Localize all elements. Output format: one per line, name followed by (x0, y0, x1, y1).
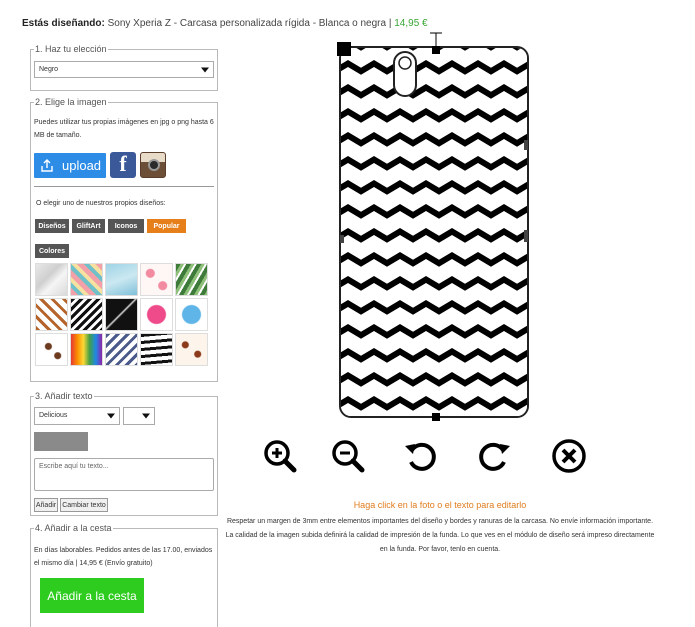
product-price: 14,95 € (394, 18, 428, 29)
design-thumb-leaves[interactable] (175, 263, 208, 296)
designing-label: Estás diseñando: (22, 18, 105, 29)
upload-button[interactable]: upload (34, 153, 106, 178)
facebook-icon[interactable]: f (110, 151, 136, 178)
category-gliftart[interactable]: GliftArt (72, 219, 105, 233)
product-name: Sony Xperia Z - Carcasa personalizada rí… (107, 18, 392, 29)
step-choice-legend: 1. Haz tu elección (35, 44, 107, 54)
design-thumb-pineapple[interactable] (70, 263, 103, 296)
category-colores[interactable]: Colores (35, 244, 69, 258)
upload-instructions: Puedes utilizar tus propias imágenes en … (34, 119, 214, 139)
design-thumb-beans[interactable] (175, 333, 208, 366)
color-select-value: Negro (39, 66, 59, 73)
phone-preview[interactable] (335, 30, 535, 422)
design-thumb-black-marble[interactable] (105, 298, 138, 331)
divider (34, 186, 214, 187)
text-input-placeholder: Escribe aquí tu texto... (39, 463, 109, 470)
design-thumb-feathers[interactable] (35, 298, 68, 331)
design-notes: Respetar un margen de 3mm entre elemento… (225, 518, 655, 553)
text-color-picker[interactable] (34, 432, 88, 451)
zoom-out-icon[interactable] (330, 438, 366, 474)
step-cart-legend: 4. Añadir a la cesta (35, 523, 112, 533)
step-image-legend: 2. Elige la imagen (35, 97, 107, 107)
size-select[interactable] (123, 407, 155, 425)
text-input[interactable]: Escribe aquí tu texto... (34, 458, 214, 491)
design-thumb-flamingo[interactable] (140, 263, 173, 296)
design-thumb-watercolor[interactable] (105, 263, 138, 296)
designer-page: Estás diseñando: Sony Xperia Z - Carcasa… (0, 0, 695, 627)
font-select-value: Delicious (39, 412, 68, 419)
design-thumb-crayons[interactable] (70, 333, 103, 366)
product-title: Estás diseñando: Sony Xperia Z - Carcasa… (22, 18, 428, 29)
design-thumb-pattern[interactable] (105, 333, 138, 366)
design-thumb-chevron[interactable] (70, 298, 103, 331)
category-iconos[interactable]: Iconos (108, 219, 144, 233)
change-text-button[interactable]: Cambiar texto (60, 498, 108, 512)
own-designs-text: O elegir uno de nuestros propios diseños… (36, 200, 166, 207)
rotate-left-icon[interactable] (403, 438, 439, 474)
chevron-down-icon (107, 413, 115, 419)
zoom-in-icon[interactable] (262, 438, 298, 474)
design-thumb-heart-pink[interactable] (140, 298, 173, 331)
upload-label: upload (62, 158, 102, 173)
upload-icon (40, 158, 54, 173)
add-text-button[interactable]: Añadir (34, 498, 58, 512)
delete-icon[interactable] (551, 438, 587, 474)
design-thumb-coffee[interactable] (35, 333, 68, 366)
design-thumb-marble[interactable] (35, 263, 68, 296)
design-thumb-brush-stripes[interactable] (140, 333, 173, 366)
design-thumb-heart-blue[interactable] (175, 298, 208, 331)
color-select[interactable]: Negro (34, 61, 214, 78)
rotate-right-icon[interactable] (476, 438, 512, 474)
category-disenos[interactable]: Diseños (35, 219, 69, 233)
add-to-cart-button[interactable]: Añadir a la cesta (40, 578, 144, 613)
font-select[interactable]: Delicious (34, 407, 120, 425)
instagram-icon[interactable] (140, 152, 166, 178)
step-text-legend: 3. Añadir texto (35, 391, 93, 401)
chevron-down-icon (201, 67, 209, 72)
chevron-down-icon (142, 413, 150, 419)
shipping-info: En días laborables. Pedidos antes de las… (34, 547, 213, 567)
edit-hint: Haga click en la foto o el texto para ed… (353, 500, 527, 510)
category-popular[interactable]: Popular (147, 219, 186, 233)
